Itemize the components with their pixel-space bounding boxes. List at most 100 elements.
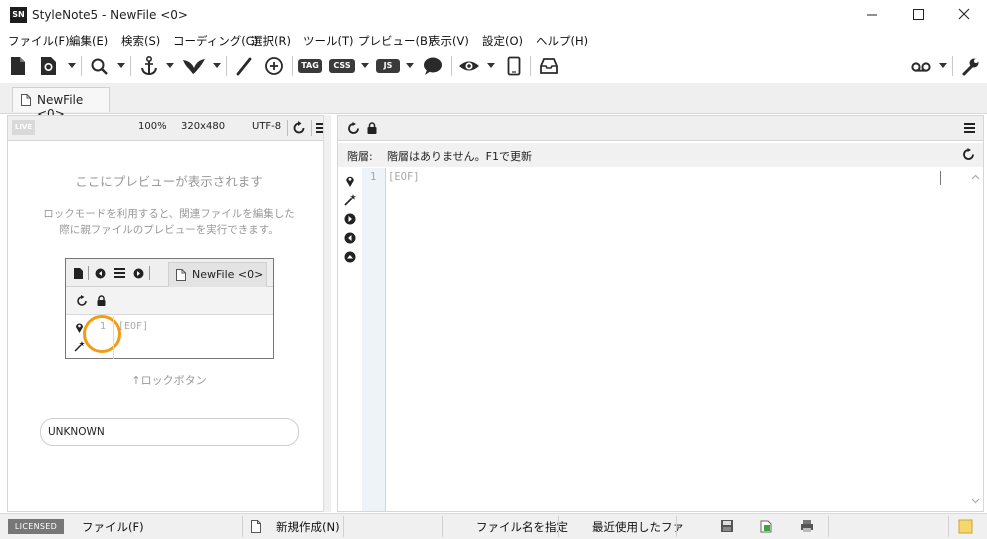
maximize-icon xyxy=(913,9,924,20)
voicemail-button[interactable] xyxy=(909,54,933,78)
js-button[interactable]: JS xyxy=(376,59,400,73)
toolbar: TAG CSS JS xyxy=(0,50,987,83)
document-icon xyxy=(21,94,31,106)
menu-preview[interactable]: プレビュー(B) xyxy=(358,33,432,49)
scroll-down-icon[interactable] xyxy=(971,498,980,504)
brush-button[interactable] xyxy=(234,54,254,78)
minimize-icon xyxy=(867,14,877,16)
mobile-preview-button[interactable] xyxy=(505,54,523,78)
eof-marker: [EOF] xyxy=(388,171,420,183)
eye-dropdown-arrow[interactable] xyxy=(487,63,495,68)
status-save-icon[interactable] xyxy=(720,519,734,533)
tab-newfile[interactable]: NewFile <0> xyxy=(12,87,110,121)
menu-select[interactable]: 選択(R) xyxy=(251,33,291,49)
new-file-button[interactable] xyxy=(8,54,28,78)
anchor-dropdown-arrow[interactable] xyxy=(166,63,174,68)
close-icon xyxy=(958,8,970,20)
status-separator xyxy=(343,516,344,537)
minimize-button[interactable] xyxy=(849,0,895,30)
toolbar-separator xyxy=(451,56,452,76)
css-button[interactable]: CSS xyxy=(329,59,355,73)
refresh-icon[interactable] xyxy=(292,121,306,135)
wrench-icon xyxy=(962,58,979,76)
status-print-icon[interactable] xyxy=(800,519,814,533)
tag-button[interactable]: TAG xyxy=(298,59,322,73)
title-bar: SN StyleNote5 - NewFile <0> xyxy=(0,0,987,30)
lock-icon[interactable] xyxy=(367,122,377,134)
status-separator xyxy=(442,516,443,537)
preview-splitter[interactable] xyxy=(323,115,331,512)
status-recent-files[interactable]: 最近使用したファ xyxy=(592,519,684,535)
editor-menu-icon[interactable] xyxy=(964,123,975,134)
menu-settings[interactable]: 設定(O) xyxy=(482,33,523,49)
line-number: 1 xyxy=(370,171,377,183)
editor-refresh-icon[interactable] xyxy=(347,122,360,135)
close-button[interactable] xyxy=(941,0,987,30)
menu-search[interactable]: 検索(S) xyxy=(121,33,160,49)
live-badge[interactable]: LIVE xyxy=(12,120,35,135)
status-document-icon xyxy=(251,520,261,533)
open-folder-icon xyxy=(41,57,56,75)
pin-icon[interactable] xyxy=(345,175,355,188)
collapse-icon[interactable] xyxy=(344,251,356,263)
css-dropdown-arrow[interactable] xyxy=(361,63,369,68)
previous-icon[interactable] xyxy=(344,232,356,244)
status-separator xyxy=(558,516,559,537)
preview-eye-button[interactable] xyxy=(457,54,481,78)
toolbar-separator xyxy=(952,56,953,76)
breadcrumb-value: 階層はありません。F1で更新 xyxy=(387,150,532,163)
editor-scrollbar[interactable] xyxy=(968,168,983,511)
header-separator xyxy=(311,120,312,136)
status-specify-name[interactable]: ファイル名を指定 xyxy=(476,519,568,535)
next-icon[interactable] xyxy=(344,213,356,225)
maximize-button[interactable] xyxy=(895,0,941,30)
plus-circle-icon xyxy=(265,57,283,75)
zoom-level[interactable]: 100% xyxy=(138,121,167,132)
comment-button[interactable] xyxy=(421,54,445,78)
scroll-up-icon[interactable] xyxy=(971,174,980,180)
preview-size[interactable]: 320x480 xyxy=(181,121,225,132)
encoding[interactable]: UTF-8 xyxy=(252,121,281,132)
menu-tools[interactable]: ツール(T) xyxy=(303,33,354,49)
app-logo-icon: SN xyxy=(10,7,27,23)
open-dropdown-arrow[interactable] xyxy=(68,63,76,68)
add-button[interactable] xyxy=(263,54,285,78)
window-title: StyleNote5 - NewFile <0> xyxy=(32,8,188,22)
search-dropdown-arrow[interactable] xyxy=(117,63,125,68)
menu-edit[interactable]: 編集(E) xyxy=(69,33,108,49)
status-file-menu[interactable]: ファイル(F) xyxy=(82,519,144,535)
menu-view[interactable]: 表示(V) xyxy=(429,33,469,49)
status-add-file-icon[interactable] xyxy=(760,520,772,533)
menu-help[interactable]: ヘルプ(H) xyxy=(536,33,588,49)
demo-wand-icon xyxy=(74,341,85,352)
js-dropdown-arrow[interactable] xyxy=(406,63,414,68)
demo-pin-icon xyxy=(76,323,83,333)
voicemail-dropdown-arrow[interactable] xyxy=(939,63,947,68)
menu-coding[interactable]: コーディング(C) xyxy=(173,33,258,49)
open-file-button[interactable] xyxy=(38,54,60,78)
inbox-button[interactable] xyxy=(538,54,560,78)
toolbar-separator xyxy=(292,56,293,76)
new-file-icon xyxy=(11,57,25,75)
preview-placeholder-title: ここにプレビューが表示されます xyxy=(75,174,263,189)
breadcrumb-refresh-icon[interactable] xyxy=(962,148,975,161)
menu-file[interactable]: ファイル(F) xyxy=(8,33,70,49)
status-separator xyxy=(242,516,243,537)
preview-panel: LIVE 100% 320x480 UTF-8 ここにプレビューが表示されます … xyxy=(7,115,331,512)
settings-wrench-button[interactable] xyxy=(959,54,981,78)
preview-header: LIVE 100% 320x480 UTF-8 xyxy=(8,116,330,141)
status-new-file[interactable]: 新規作成(N) xyxy=(276,519,340,535)
preview-url-field[interactable]: UNKNOWN xyxy=(40,418,299,446)
search-button[interactable] xyxy=(89,54,111,78)
demo-menu-icon xyxy=(114,268,125,278)
bird-button[interactable] xyxy=(181,54,207,78)
magic-wand-icon[interactable] xyxy=(343,193,357,207)
status-note-icon[interactable] xyxy=(958,519,973,534)
bird-dropdown-arrow[interactable] xyxy=(213,63,221,68)
demo-prev-icon xyxy=(95,268,106,279)
toolbar-separator xyxy=(81,56,82,76)
preview-url-value: UNKNOWN xyxy=(48,426,105,438)
demo-tab: NewFile <0> xyxy=(168,262,267,287)
status-separator xyxy=(676,516,677,537)
anchor-button[interactable] xyxy=(138,54,160,78)
